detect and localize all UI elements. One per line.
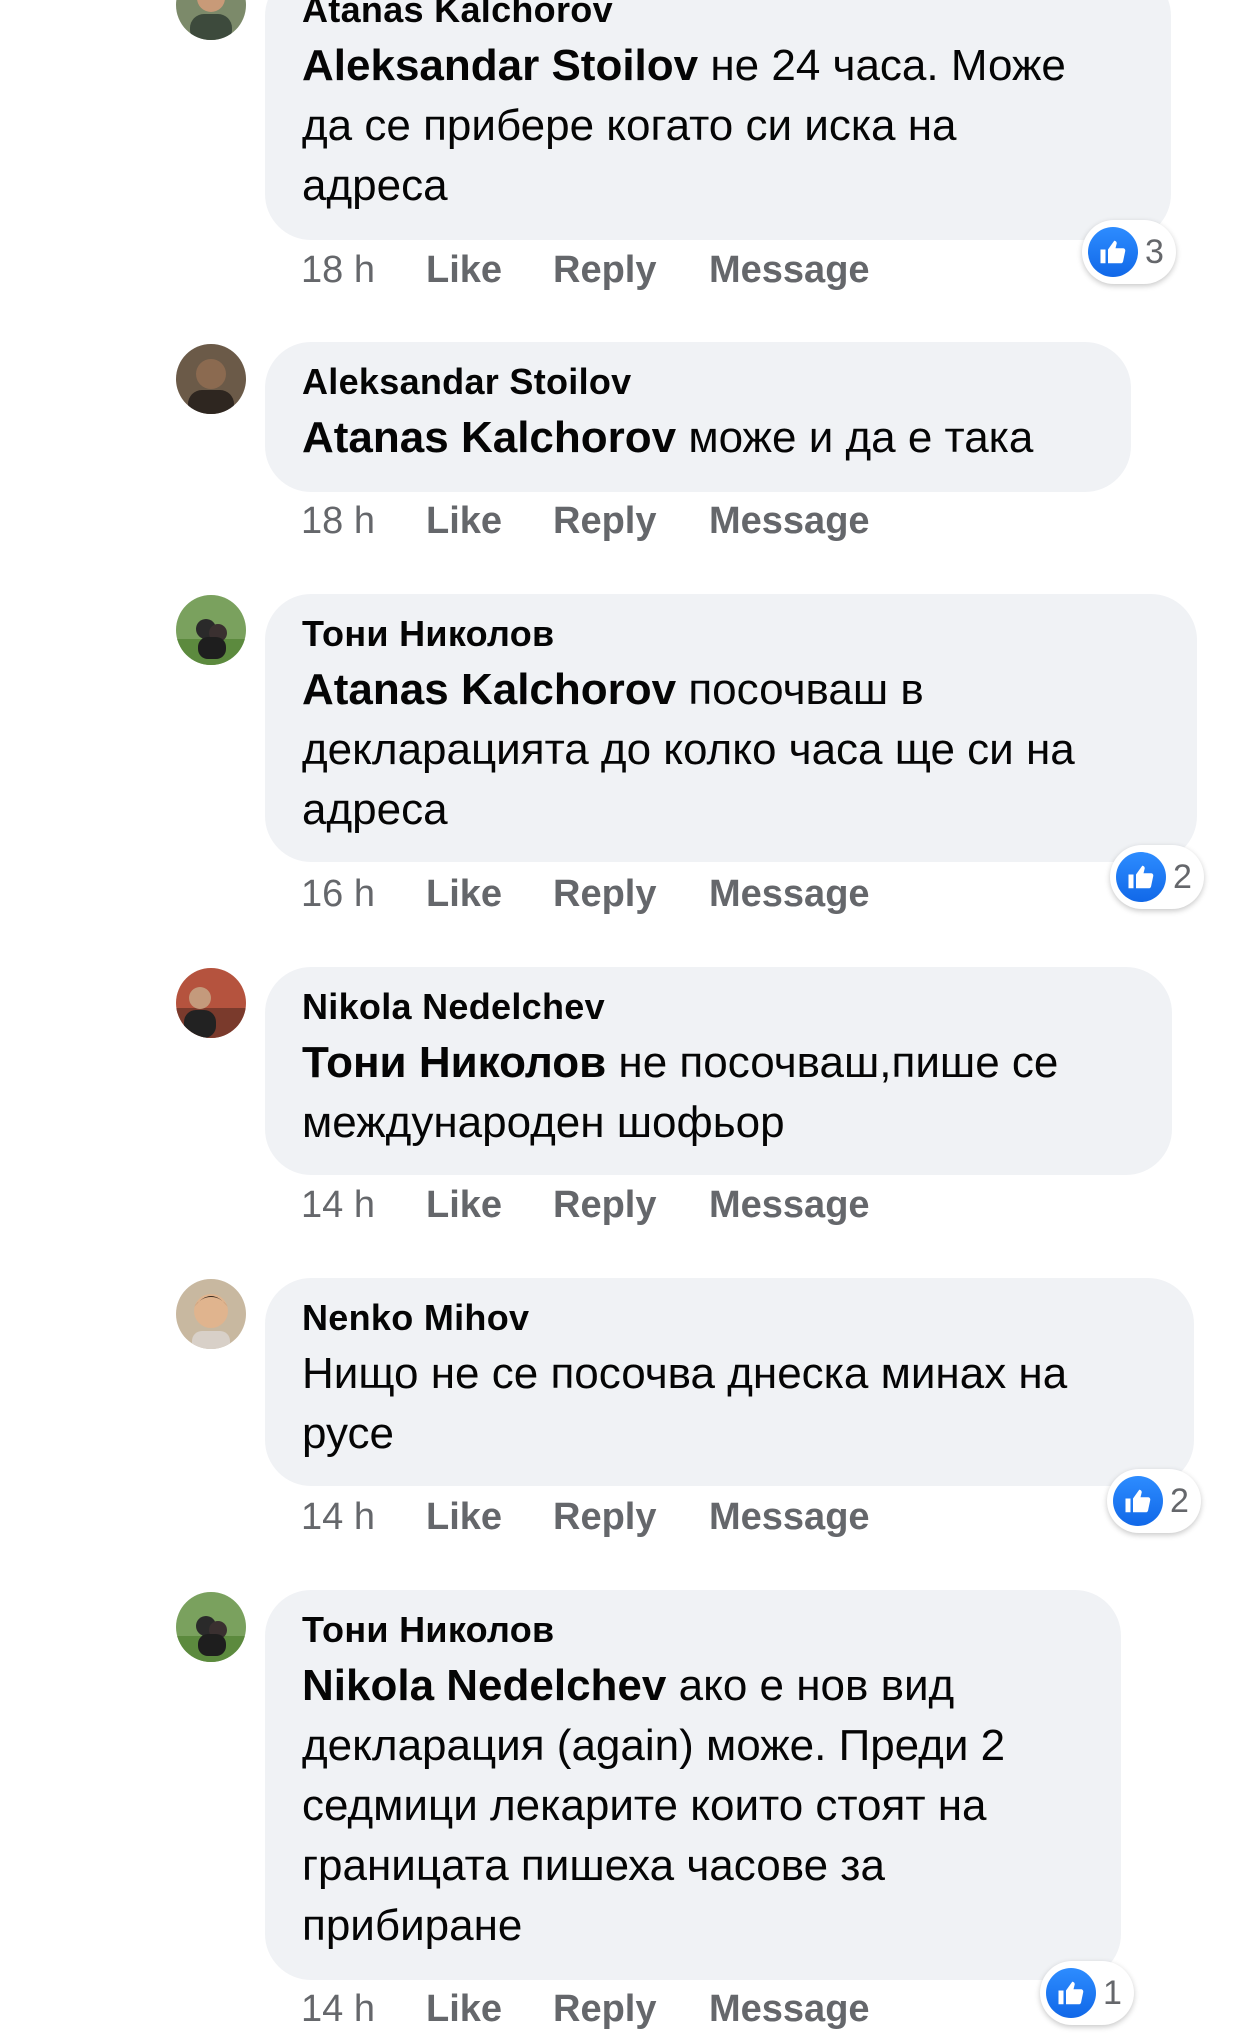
reaction-count: 2 [1170,1481,1189,1520]
like-icon [1113,1476,1163,1526]
reaction-count: 3 [1145,232,1164,271]
comment-author[interactable]: Atanas Kalchorov [302,0,1135,36]
reaction-badge[interactable]: 2 [1107,1469,1201,1533]
comment-bubble: Atanas Kalchorov Aleksandar Stoilov не 2… [265,0,1171,240]
comment-bubble: Nenko Mihov Нищо не се посочва днеска ми… [265,1278,1194,1486]
reaction-badge[interactable]: 2 [1110,845,1204,909]
comment-text: Тони Николов не посочваш,пише се междуна… [302,1033,1136,1153]
message-button[interactable]: Message [709,1984,870,2034]
message-button[interactable]: Message [709,1180,870,1230]
comment-author[interactable]: Nenko Mihov [302,1292,1158,1344]
like-icon [1116,852,1166,902]
mention-link[interactable]: Atanas Kalchorov [302,665,676,714]
comment-time[interactable]: 14 h [301,1492,375,1542]
avatar[interactable] [176,968,246,1038]
comment-bubble: Тони Николов Atanas Kalchorov посочваш в… [265,594,1197,862]
message-button[interactable]: Message [709,1492,870,1542]
like-button[interactable]: Like [426,1984,502,2034]
comment-text: Atanas Kalchorov посочваш в декларацията… [302,660,1161,840]
avatar[interactable] [176,1279,246,1349]
comment-bubble: Aleksandar Stoilov Atanas Kalchorov може… [265,342,1131,492]
comment-bubble: Тони Николов Nikola Nedelchev ако е нов … [265,1590,1121,1980]
reaction-count: 1 [1103,1973,1122,2012]
comment-author[interactable]: Тони Николов [302,1604,1085,1656]
reply-button[interactable]: Reply [553,1984,656,2034]
message-button[interactable]: Message [709,245,870,295]
avatar[interactable] [176,595,246,665]
mention-link[interactable]: Atanas Kalchorov [302,413,676,462]
reply-button[interactable]: Reply [553,869,656,919]
comment-body: Нищо не се посочва днеска минах на русе [302,1349,1068,1458]
mention-link[interactable]: Aleksandar Stoilov [302,41,698,90]
comment-time[interactable]: 18 h [301,245,375,295]
comment-author[interactable]: Тони Николов [302,608,1161,660]
reaction-badge[interactable]: 1 [1040,1961,1134,2025]
comment-time[interactable]: 18 h [301,496,375,546]
like-button[interactable]: Like [426,1492,502,1542]
reply-button[interactable]: Reply [553,1180,656,1230]
comment-text: Нищо не се посочва днеска минах на русе [302,1344,1158,1464]
reply-button[interactable]: Reply [553,245,656,295]
avatar[interactable] [176,0,246,40]
comment-author[interactable]: Nikola Nedelchev [302,981,1136,1033]
like-button[interactable]: Like [426,1180,502,1230]
comment-author[interactable]: Aleksandar Stoilov [302,356,1095,408]
reply-button[interactable]: Reply [553,496,656,546]
comment-text: Atanas Kalchorov може и да е така [302,408,1095,468]
like-button[interactable]: Like [426,869,502,919]
comment-time[interactable]: 14 h [301,1180,375,1230]
comment-bubble: Nikola Nedelchev Тони Николов не посочва… [265,967,1172,1175]
mention-link[interactable]: Тони Николов [302,1038,606,1087]
comment-time[interactable]: 16 h [301,869,375,919]
mention-link[interactable]: Nikola Nedelchev [302,1661,666,1710]
like-icon [1088,227,1138,277]
avatar[interactable] [176,344,246,414]
comment-text: Nikola Nedelchev ако е нов вид деклараци… [302,1656,1085,1956]
like-button[interactable]: Like [426,496,502,546]
message-button[interactable]: Message [709,869,870,919]
comment-body: може и да е така [676,413,1034,462]
avatar[interactable] [176,1592,246,1662]
reply-button[interactable]: Reply [553,1492,656,1542]
message-button[interactable]: Message [709,496,870,546]
like-button[interactable]: Like [426,245,502,295]
reaction-badge[interactable]: 3 [1082,220,1176,284]
like-icon [1046,1968,1096,2018]
comment-time[interactable]: 14 h [301,1984,375,2034]
reaction-count: 2 [1173,857,1192,896]
comment-text: Aleksandar Stoilov не 24 часа. Може да с… [302,36,1135,216]
